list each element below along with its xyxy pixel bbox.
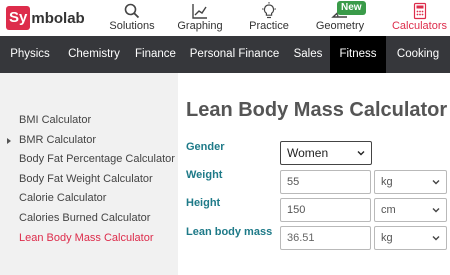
caret-right-icon (7, 138, 11, 144)
category-personal-finance[interactable]: Personal Finance (183, 36, 286, 73)
new-badge: New (337, 1, 366, 15)
nav-graphing-label: Graphing (177, 20, 223, 32)
nav-calculators[interactable]: Calculators (389, 2, 450, 36)
sidebar-item-calorie[interactable]: Calorie Calculator (19, 192, 106, 204)
weight-input[interactable]: 55 (280, 170, 371, 194)
search-icon (124, 3, 140, 19)
result-unit-select[interactable]: kg (374, 226, 447, 250)
category-cooking[interactable]: Cooking (386, 36, 450, 73)
weight-value: 55 (287, 176, 300, 188)
weight-unit: kg (381, 176, 393, 188)
graph-icon (192, 4, 207, 19)
chevron-down-icon (432, 208, 440, 213)
sidebar-item-lean-body-mass[interactable]: Lean Body Mass Calculator (19, 232, 154, 244)
height-unit: cm (381, 204, 396, 216)
logo-text: mbolab (31, 9, 85, 27)
lean-body-mass-output: 36.51 (280, 226, 371, 250)
gender-select[interactable]: Women (280, 141, 372, 165)
chevron-down-icon (432, 236, 440, 241)
weight-unit-select[interactable]: kg (374, 170, 447, 194)
sidebar-item-body-fat-weight[interactable]: Body Fat Weight Calculator (19, 173, 153, 185)
nav-solutions-label: Solutions (109, 20, 155, 32)
result-unit: kg (381, 232, 393, 244)
chevron-down-icon (357, 151, 365, 156)
category-sales[interactable]: Sales (286, 36, 330, 73)
category-chemistry[interactable]: Chemistry (60, 36, 128, 73)
lean-body-mass-value: 36.51 (287, 232, 315, 244)
nav-practice-label: Practice (249, 20, 289, 32)
category-physics[interactable]: Physics (0, 36, 60, 73)
gender-label: Gender (186, 141, 225, 153)
gender-value: Women (287, 146, 329, 160)
chevron-down-icon (432, 180, 440, 185)
height-label: Height (186, 197, 221, 209)
nav-geometry-label: Geometry (315, 20, 365, 32)
lightbulb-icon (262, 2, 276, 19)
top-header: Sy mbolab Solutions Graphing Practice Ge… (0, 0, 450, 36)
sidebar-item-bmi[interactable]: BMI Calculator (19, 114, 91, 126)
sidebar-item-body-fat-percentage[interactable]: Body Fat Percentage Calculator (19, 153, 175, 165)
sidebar-item-calories-burned[interactable]: Calories Burned Calculator (19, 212, 150, 224)
height-value: 150 (287, 204, 306, 216)
category-finance[interactable]: Finance (128, 36, 183, 73)
symbolab-logo[interactable]: Sy mbolab (6, 6, 85, 30)
nav-practice[interactable]: Practice (243, 2, 295, 36)
logo-highlight: Sy (6, 6, 31, 30)
height-input[interactable]: 150 (280, 198, 371, 222)
nav-graphing[interactable]: Graphing (172, 2, 228, 36)
sidebar-item-bmr[interactable]: BMR Calculator (19, 134, 96, 146)
nav-solutions[interactable]: Solutions (102, 2, 162, 36)
category-fitness[interactable]: Fitness (330, 36, 386, 73)
calculator-icon (413, 2, 426, 20)
nav-calculators-label: Calculators (391, 20, 448, 32)
lean-body-mass-label: Lean body mass (186, 226, 273, 238)
weight-label: Weight (186, 169, 223, 181)
height-unit-select[interactable]: cm (374, 198, 447, 222)
category-bar: Physics Chemistry Finance Personal Finan… (0, 36, 450, 73)
page-title: Lean Body Mass Calculator (186, 99, 448, 121)
